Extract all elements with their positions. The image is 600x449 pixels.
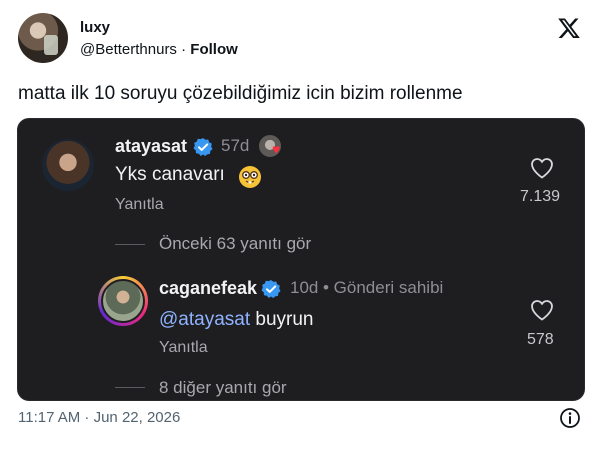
comment-text: @atayasat buyrun [159,309,314,331]
thread-divider [115,244,145,245]
like-count: 578 [527,331,554,348]
comment-age: 57d [221,136,250,155]
avatar-photo-detail [44,35,58,55]
view-previous-replies[interactable]: Önceki 63 yanıtı gör [159,234,311,254]
view-more-replies[interactable]: 8 diğer yanıtı gör [159,378,287,398]
verified-badge-icon [193,138,213,156]
comment-age: 10d [290,278,319,297]
tweet-card: luxy @Betterthnurs · Follow matta ilk 10… [0,0,600,449]
verified-badge-icon [261,280,281,298]
creator-liked-indicator: ♥ [258,134,286,158]
follow-button[interactable]: Follow [190,41,238,58]
story-ring [98,276,148,326]
reply-button[interactable]: Yanıtla [159,339,208,357]
separator-dot: · [181,41,187,58]
embedded-screenshot[interactable]: atayasat 57d ♥ Yks canavarı Yanıtla 7.13… [17,118,585,401]
thread-divider [115,387,145,388]
author-avatar[interactable] [18,13,68,63]
info-icon[interactable] [559,407,581,429]
comment-avatar-caganefeak [101,279,145,323]
comment-avatar-atayasat [42,139,94,191]
comment-text-body: buyrun [250,309,314,330]
tweet-timestamp[interactable]: 11:17 AM · Jun 22, 2026 [18,409,180,426]
heart-outline-icon[interactable] [530,299,554,321]
like-count: 7.139 [520,188,561,205]
post-owner-label: • Gönderi sahibi [323,278,444,297]
author-handle-row: @Betterthnurs · Follow [80,41,238,58]
mention-link[interactable]: @atayasat [159,309,250,330]
author-display-name[interactable]: luxy [80,19,110,36]
comment-text: Yks canavarı [115,164,225,185]
nerd-face-icon [239,166,261,188]
tweet-text: matta ilk 10 soruyu çözebildiğimiz icin … [18,83,463,104]
comment-username: caganefeak [159,278,258,298]
heart-filled-icon: ♥ [272,141,281,157]
heart-outline-icon[interactable] [530,157,554,179]
comment-username: atayasat [115,136,188,156]
x-logo-icon[interactable] [556,16,582,40]
reply-button[interactable]: Yanıtla [115,196,164,214]
author-handle[interactable]: @Betterthnurs [80,41,177,58]
